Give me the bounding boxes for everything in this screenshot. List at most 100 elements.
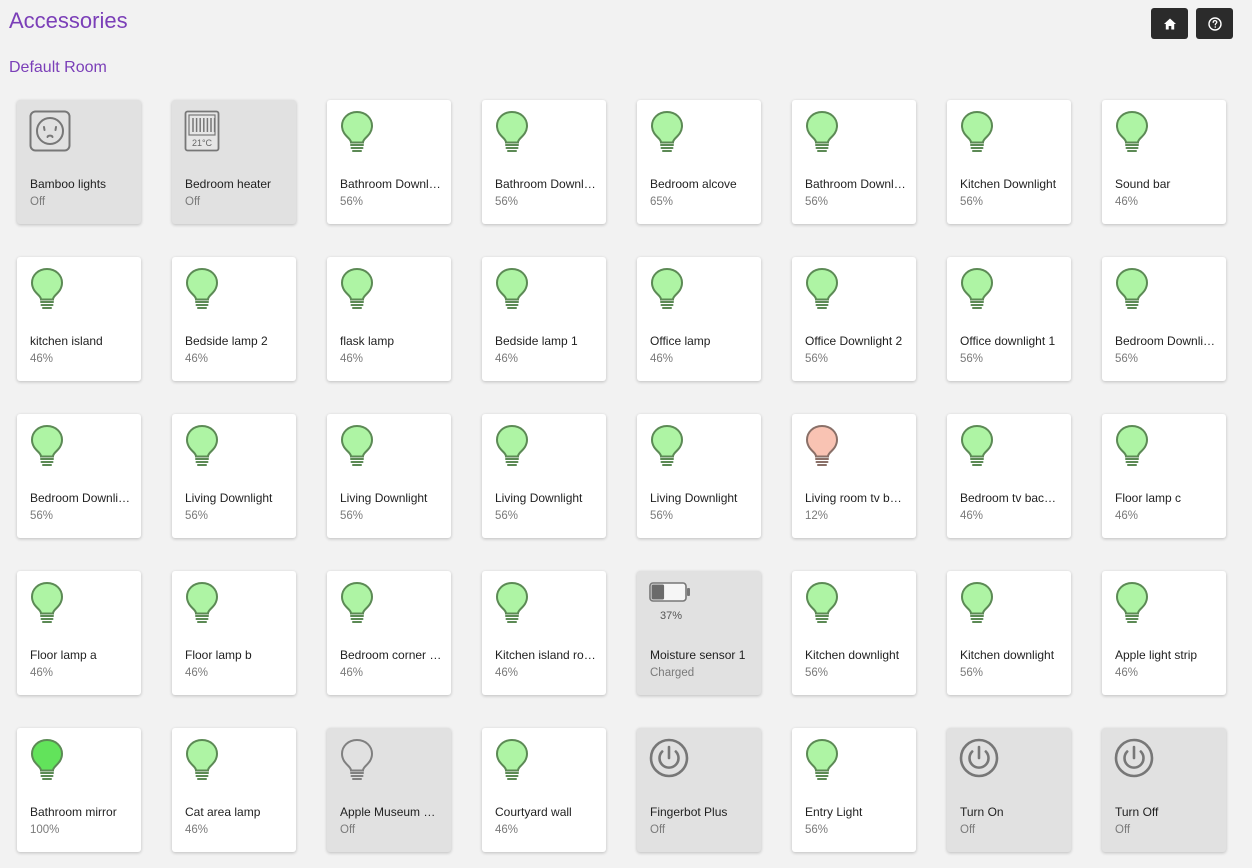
accessory-tile[interactable]: Bedroom Downlight 56%	[1102, 257, 1226, 381]
accessory-tile[interactable]: Kitchen downlight 56%	[792, 571, 916, 695]
accessory-status: 56%	[960, 196, 984, 208]
accessory-tile[interactable]: Living room tv backlight 12%	[792, 414, 916, 538]
lightbulb-icon	[339, 267, 383, 315]
lightbulb-icon	[339, 738, 383, 786]
accessory-tile[interactable]: Bathroom Downlight 56%	[327, 100, 451, 224]
accessory-tile[interactable]: Bathroom mirror 100%	[17, 728, 141, 852]
accessory-tile[interactable]: Living Downlight 56%	[327, 414, 451, 538]
lightbulb-icon	[29, 581, 73, 629]
lightbulb-icon	[494, 738, 538, 786]
accessory-name: kitchen island	[30, 334, 103, 348]
accessory-name: Kitchen Downlight	[960, 177, 1057, 191]
accessory-tile[interactable]: Office Downlight 2 56%	[792, 257, 916, 381]
lightbulb-icon	[339, 424, 383, 472]
accessory-status: 56%	[960, 353, 984, 365]
accessory-name: Office downlight 1	[960, 334, 1056, 348]
accessory-tile[interactable]: Bathroom Downlight 56%	[792, 100, 916, 224]
heater-icon: 21°C	[184, 110, 228, 158]
lightbulb-icon	[804, 424, 848, 472]
accessory-name: Bedside lamp 1	[495, 334, 578, 348]
accessory-name: Bedroom Downlight	[30, 491, 132, 505]
accessory-tile[interactable]: Bedroom alcove 65%	[637, 100, 761, 224]
accessory-status: 12%	[805, 510, 829, 522]
accessory-name: Bedroom alcove	[650, 177, 737, 191]
lightbulb-icon	[184, 424, 228, 472]
accessory-status: 56%	[650, 510, 674, 522]
lightbulb-icon	[1114, 110, 1158, 158]
accessory-tile[interactable]: Apple Museum Strip Off	[327, 728, 451, 852]
accessory-tile[interactable]: Floor lamp a 46%	[17, 571, 141, 695]
power-icon	[1114, 738, 1158, 786]
accessory-tile[interactable]: Courtyard wall 46%	[482, 728, 606, 852]
accessory-status: 46%	[1115, 510, 1139, 522]
accessory-tile[interactable]: Kitchen Downlight 56%	[947, 100, 1071, 224]
accessory-status: 56%	[30, 510, 54, 522]
lightbulb-icon	[29, 267, 73, 315]
accessory-tile[interactable]: Bamboo lights Off	[17, 100, 141, 224]
accessory-tile[interactable]: Entry Light 56%	[792, 728, 916, 852]
accessory-tile[interactable]: Office downlight 1 56%	[947, 257, 1071, 381]
accessory-name: Floor lamp c	[1115, 491, 1182, 505]
accessory-tile[interactable]: Living Downlight 56%	[172, 414, 296, 538]
accessory-tile[interactable]: Bedside lamp 1 46%	[482, 257, 606, 381]
accessory-tile[interactable]: Apple light strip 46%	[1102, 571, 1226, 695]
accessory-name: Living room tv backlight	[805, 491, 907, 505]
accessory-name: Turn On	[960, 805, 1004, 819]
accessory-tile[interactable]: Turn On Off	[947, 728, 1071, 852]
accessory-status: Off	[1115, 824, 1131, 836]
lightbulb-icon	[804, 267, 848, 315]
accessory-name: Bathroom Downlight	[805, 177, 907, 191]
accessory-tile[interactable]: Living Downlight 56%	[637, 414, 761, 538]
accessory-name: Sound bar	[1115, 177, 1171, 191]
accessory-tile[interactable]: Kitchen island room 46%	[482, 571, 606, 695]
accessory-status: 46%	[650, 353, 674, 365]
lightbulb-icon	[649, 267, 693, 315]
accessory-status: Charged	[650, 667, 695, 679]
lightbulb-icon	[1114, 581, 1158, 629]
lightbulb-icon	[339, 110, 383, 158]
accessory-grid: Bamboo lights Off 21°C Bedroom heater Off Bat…	[17, 100, 1226, 852]
accessory-status: 46%	[1115, 667, 1139, 679]
accessory-status: Off	[650, 824, 666, 836]
accessory-tile[interactable]: kitchen island 46%	[17, 257, 141, 381]
accessory-tile[interactable]: Floor lamp c 46%	[1102, 414, 1226, 538]
accessory-tile[interactable]: Bedroom tv backlight 46%	[947, 414, 1071, 538]
help-button[interactable]	[1196, 8, 1233, 39]
accessory-name: Bathroom Downlight	[495, 177, 597, 191]
accessory-tile[interactable]: flask lamp 46%	[327, 257, 451, 381]
accessory-tile[interactable]: Kitchen downlight 56%	[947, 571, 1071, 695]
accessory-name: Fingerbot Plus	[650, 805, 728, 819]
lightbulb-icon	[804, 110, 848, 158]
accessory-tile[interactable]: Sound bar 46%	[1102, 100, 1226, 224]
accessory-tile[interactable]: Bedside lamp 2 46%	[172, 257, 296, 381]
accessory-name: Bedroom tv backlight	[960, 491, 1062, 505]
accessory-status: Off	[340, 824, 356, 836]
accessory-tile[interactable]: Cat area lamp 46%	[172, 728, 296, 852]
accessory-tile[interactable]: 37% Moisture sensor 1 Charged	[637, 571, 761, 695]
accessory-tile[interactable]: Turn Off Off	[1102, 728, 1226, 852]
accessory-tile[interactable]: Bathroom Downlight 56%	[482, 100, 606, 224]
accessory-tile[interactable]: Fingerbot Plus Off	[637, 728, 761, 852]
accessory-status: 56%	[340, 196, 364, 208]
accessory-status: 46%	[340, 667, 364, 679]
lightbulb-icon	[494, 267, 538, 315]
accessory-tile[interactable]: Office lamp 46%	[637, 257, 761, 381]
accessory-tile[interactable]: Bedroom corner lamp 46%	[327, 571, 451, 695]
accessory-tile[interactable]: Bedroom Downlight 56%	[17, 414, 141, 538]
home-button[interactable]	[1151, 8, 1188, 39]
lightbulb-icon	[649, 424, 693, 472]
lightbulb-icon	[804, 738, 848, 786]
accessory-status: 100%	[30, 824, 60, 836]
accessory-tile[interactable]: Living Downlight 56%	[482, 414, 606, 538]
battery-icon: 37%	[649, 581, 693, 629]
accessory-status: 46%	[1115, 196, 1139, 208]
accessory-tile[interactable]: Floor lamp b 46%	[172, 571, 296, 695]
accessory-status: 56%	[960, 667, 984, 679]
accessory-name: Apple Museum Strip	[340, 805, 442, 819]
accessory-status: 56%	[495, 510, 519, 522]
lightbulb-icon	[959, 110, 1003, 158]
accessory-name: Floor lamp a	[30, 648, 97, 662]
accessory-tile[interactable]: 21°C Bedroom heater Off	[172, 100, 296, 224]
accessory-name: Office Downlight 2	[805, 334, 903, 348]
lightbulb-icon	[184, 581, 228, 629]
